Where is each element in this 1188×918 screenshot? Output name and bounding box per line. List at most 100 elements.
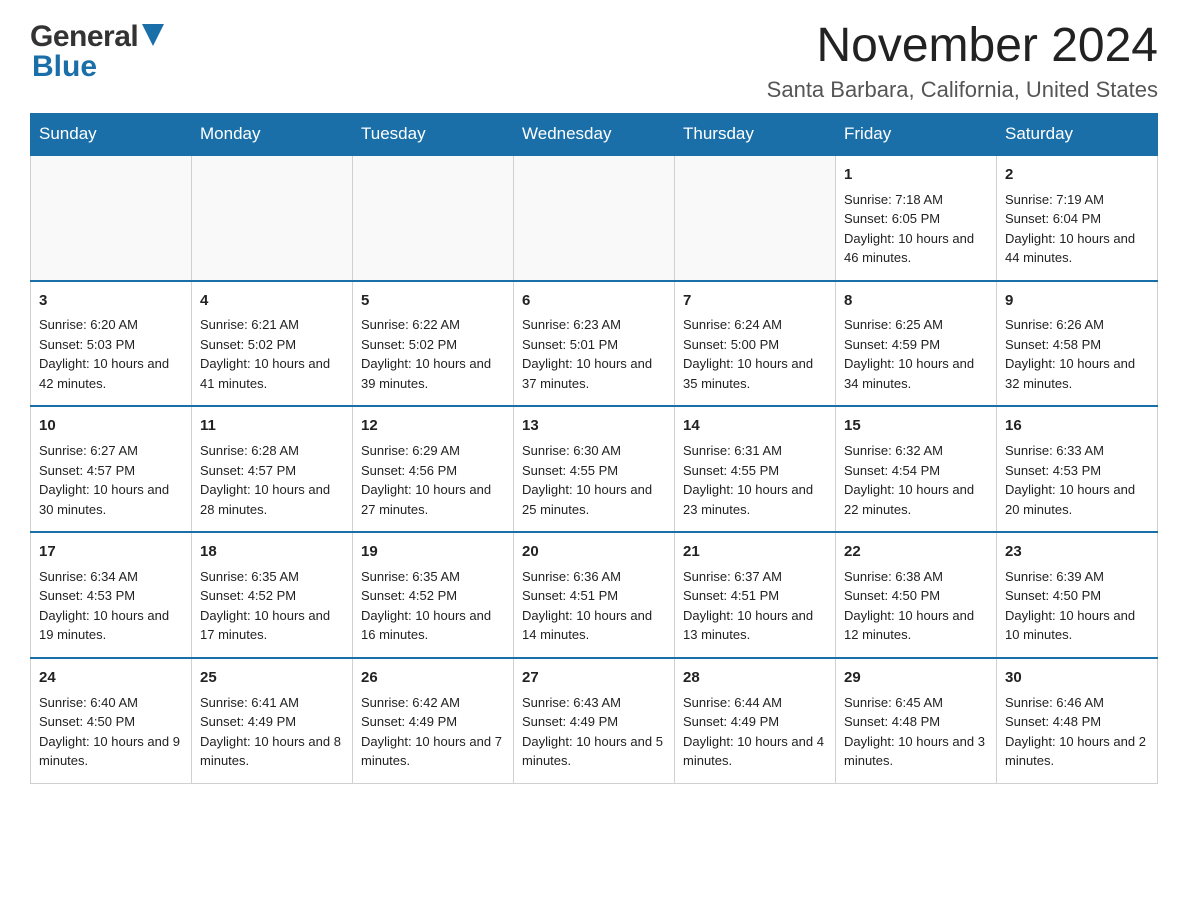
weekday-header-monday: Monday bbox=[192, 113, 353, 155]
calendar-cell: 2 Sunrise: 7:19 AM Sunset: 6:04 PM Daylig… bbox=[997, 155, 1158, 281]
day-info: Sunrise: 6:25 AM Sunset: 4:59 PM Dayligh… bbox=[844, 315, 988, 393]
day-number: 9 bbox=[1005, 290, 1149, 312]
day-info: Sunrise: 6:24 AM Sunset: 5:00 PM Dayligh… bbox=[683, 315, 827, 393]
day-number: 19 bbox=[361, 541, 505, 563]
day-info: Sunrise: 6:43 AM Sunset: 4:49 PM Dayligh… bbox=[522, 693, 666, 771]
calendar-cell: 3 Sunrise: 6:20 AM Sunset: 5:03 PM Daylig… bbox=[31, 281, 192, 407]
calendar-cell: 24 Sunrise: 6:40 AM Sunset: 4:50 PM Dayli… bbox=[31, 658, 192, 783]
week-row-3: 10Sunrise: 6:27 AM Sunset: 4:57 PM Dayli… bbox=[31, 406, 1158, 532]
calendar-cell bbox=[31, 155, 192, 281]
calendar-cell bbox=[514, 155, 675, 281]
calendar-cell: 11 Sunrise: 6:28 AM Sunset: 4:57 PM Dayli… bbox=[192, 406, 353, 532]
calendar-cell: 29Sunrise: 6:45 AM Sunset: 4:48 PM Dayli… bbox=[836, 658, 997, 783]
weekday-header-wednesday: Wednesday bbox=[514, 113, 675, 155]
day-number: 26 bbox=[361, 667, 505, 689]
day-number: 29 bbox=[844, 667, 988, 689]
title-block: November 2024 Santa Barbara, California,… bbox=[767, 20, 1158, 103]
day-info: Sunrise: 6:40 AM Sunset: 4:50 PM Dayligh… bbox=[39, 693, 183, 771]
calendar-cell: 25Sunrise: 6:41 AM Sunset: 4:49 PM Dayli… bbox=[192, 658, 353, 783]
day-info: Sunrise: 6:22 AM Sunset: 5:02 PM Dayligh… bbox=[361, 315, 505, 393]
day-number: 25 bbox=[200, 667, 344, 689]
calendar-cell: 21 Sunrise: 6:37 AM Sunset: 4:51 PM Dayli… bbox=[675, 532, 836, 658]
day-info: Sunrise: 6:37 AM Sunset: 4:51 PM Dayligh… bbox=[683, 567, 827, 645]
calendar-cell: 1 Sunrise: 7:18 AM Sunset: 6:05 PM Daylig… bbox=[836, 155, 997, 281]
day-number: 4 bbox=[200, 290, 344, 312]
day-info: Sunrise: 7:19 AM Sunset: 6:04 PM Dayligh… bbox=[1005, 190, 1149, 268]
day-number: 2 bbox=[1005, 164, 1149, 186]
day-info: Sunrise: 6:26 AM Sunset: 4:58 PM Dayligh… bbox=[1005, 315, 1149, 393]
page-title: November 2024 bbox=[767, 20, 1158, 73]
day-info: Sunrise: 6:38 AM Sunset: 4:50 PM Dayligh… bbox=[844, 567, 988, 645]
calendar-cell: 14Sunrise: 6:31 AM Sunset: 4:55 PM Dayli… bbox=[675, 406, 836, 532]
calendar-cell: 12 Sunrise: 6:29 AM Sunset: 4:56 PM Dayli… bbox=[353, 406, 514, 532]
day-number: 3 bbox=[39, 290, 183, 312]
day-info: Sunrise: 6:30 AM Sunset: 4:55 PM Dayligh… bbox=[522, 441, 666, 519]
calendar-cell: 9 Sunrise: 6:26 AM Sunset: 4:58 PM Daylig… bbox=[997, 281, 1158, 407]
day-number: 11 bbox=[200, 415, 344, 437]
calendar-cell: 16Sunrise: 6:33 AM Sunset: 4:53 PM Dayli… bbox=[997, 406, 1158, 532]
day-info: Sunrise: 6:35 AM Sunset: 4:52 PM Dayligh… bbox=[200, 567, 344, 645]
day-info: Sunrise: 6:34 AM Sunset: 4:53 PM Dayligh… bbox=[39, 567, 183, 645]
calendar-cell: 23Sunrise: 6:39 AM Sunset: 4:50 PM Dayli… bbox=[997, 532, 1158, 658]
logo-arrow-icon bbox=[142, 24, 164, 51]
day-number: 5 bbox=[361, 290, 505, 312]
day-info: Sunrise: 6:44 AM Sunset: 4:49 PM Dayligh… bbox=[683, 693, 827, 771]
day-number: 7 bbox=[683, 290, 827, 312]
calendar-cell: 30 Sunrise: 6:46 AM Sunset: 4:48 PM Dayli… bbox=[997, 658, 1158, 783]
weekday-header-sunday: Sunday bbox=[31, 113, 192, 155]
calendar-cell: 7 Sunrise: 6:24 AM Sunset: 5:00 PM Daylig… bbox=[675, 281, 836, 407]
day-info: Sunrise: 6:35 AM Sunset: 4:52 PM Dayligh… bbox=[361, 567, 505, 645]
day-number: 13 bbox=[522, 415, 666, 437]
logo-general-text: General bbox=[30, 20, 138, 54]
logo: General Blue bbox=[30, 20, 164, 84]
day-number: 14 bbox=[683, 415, 827, 437]
calendar-cell: 4Sunrise: 6:21 AM Sunset: 5:02 PM Daylig… bbox=[192, 281, 353, 407]
day-number: 30 bbox=[1005, 667, 1149, 689]
day-number: 18 bbox=[200, 541, 344, 563]
calendar-cell: 26 Sunrise: 6:42 AM Sunset: 4:49 PM Dayli… bbox=[353, 658, 514, 783]
week-row-5: 24 Sunrise: 6:40 AM Sunset: 4:50 PM Dayli… bbox=[31, 658, 1158, 783]
calendar-cell: 10Sunrise: 6:27 AM Sunset: 4:57 PM Dayli… bbox=[31, 406, 192, 532]
calendar-cell: 13 Sunrise: 6:30 AM Sunset: 4:55 PM Dayli… bbox=[514, 406, 675, 532]
day-number: 6 bbox=[522, 290, 666, 312]
day-info: Sunrise: 6:33 AM Sunset: 4:53 PM Dayligh… bbox=[1005, 441, 1149, 519]
week-row-4: 17Sunrise: 6:34 AM Sunset: 4:53 PM Dayli… bbox=[31, 532, 1158, 658]
weekday-header-tuesday: Tuesday bbox=[353, 113, 514, 155]
week-row-2: 3 Sunrise: 6:20 AM Sunset: 5:03 PM Daylig… bbox=[31, 281, 1158, 407]
day-number: 24 bbox=[39, 667, 183, 689]
calendar-cell: 27 Sunrise: 6:43 AM Sunset: 4:49 PM Dayli… bbox=[514, 658, 675, 783]
calendar-cell: 22 Sunrise: 6:38 AM Sunset: 4:50 PM Dayli… bbox=[836, 532, 997, 658]
day-number: 22 bbox=[844, 541, 988, 563]
day-info: Sunrise: 6:28 AM Sunset: 4:57 PM Dayligh… bbox=[200, 441, 344, 519]
calendar-cell: 6 Sunrise: 6:23 AM Sunset: 5:01 PM Daylig… bbox=[514, 281, 675, 407]
day-number: 12 bbox=[361, 415, 505, 437]
calendar-cell: 5 Sunrise: 6:22 AM Sunset: 5:02 PM Daylig… bbox=[353, 281, 514, 407]
day-info: Sunrise: 7:18 AM Sunset: 6:05 PM Dayligh… bbox=[844, 190, 988, 268]
day-number: 10 bbox=[39, 415, 183, 437]
day-info: Sunrise: 6:20 AM Sunset: 5:03 PM Dayligh… bbox=[39, 315, 183, 393]
day-info: Sunrise: 6:32 AM Sunset: 4:54 PM Dayligh… bbox=[844, 441, 988, 519]
calendar-cell: 19 Sunrise: 6:35 AM Sunset: 4:52 PM Dayli… bbox=[353, 532, 514, 658]
page-header: General Blue November 2024 Santa Barbara… bbox=[30, 20, 1158, 103]
day-info: Sunrise: 6:39 AM Sunset: 4:50 PM Dayligh… bbox=[1005, 567, 1149, 645]
calendar-cell: 18 Sunrise: 6:35 AM Sunset: 4:52 PM Dayli… bbox=[192, 532, 353, 658]
calendar-table: SundayMondayTuesdayWednesdayThursdayFrid… bbox=[30, 113, 1158, 784]
logo-blue-text: Blue bbox=[32, 50, 97, 84]
day-info: Sunrise: 6:23 AM Sunset: 5:01 PM Dayligh… bbox=[522, 315, 666, 393]
day-number: 21 bbox=[683, 541, 827, 563]
calendar-cell bbox=[353, 155, 514, 281]
days-of-week-row: SundayMondayTuesdayWednesdayThursdayFrid… bbox=[31, 113, 1158, 155]
day-number: 20 bbox=[522, 541, 666, 563]
day-number: 27 bbox=[522, 667, 666, 689]
calendar-cell bbox=[675, 155, 836, 281]
calendar-cell: 15 Sunrise: 6:32 AM Sunset: 4:54 PM Dayli… bbox=[836, 406, 997, 532]
weekday-header-thursday: Thursday bbox=[675, 113, 836, 155]
day-number: 1 bbox=[844, 164, 988, 186]
day-info: Sunrise: 6:42 AM Sunset: 4:49 PM Dayligh… bbox=[361, 693, 505, 771]
day-info: Sunrise: 6:46 AM Sunset: 4:48 PM Dayligh… bbox=[1005, 693, 1149, 771]
calendar-body: 1 Sunrise: 7:18 AM Sunset: 6:05 PM Daylig… bbox=[31, 155, 1158, 783]
day-number: 15 bbox=[844, 415, 988, 437]
calendar-header: SundayMondayTuesdayWednesdayThursdayFrid… bbox=[31, 113, 1158, 155]
day-info: Sunrise: 6:29 AM Sunset: 4:56 PM Dayligh… bbox=[361, 441, 505, 519]
calendar-cell: 20Sunrise: 6:36 AM Sunset: 4:51 PM Dayli… bbox=[514, 532, 675, 658]
